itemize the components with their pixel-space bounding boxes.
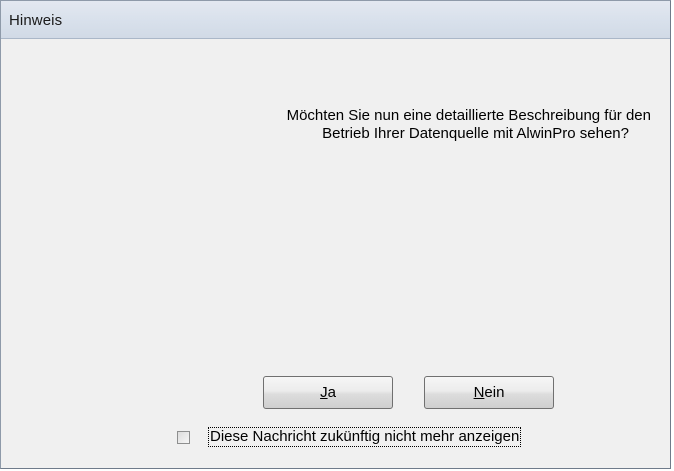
message-line-2: Betrieb Ihrer Datenquelle mit AlwinPro s… xyxy=(322,125,629,142)
title-bar[interactable]: Hinweis xyxy=(1,1,670,39)
dont-show-again-checkbox[interactable] xyxy=(177,431,190,444)
dont-show-again-label[interactable]: Diese Nachricht zukünftig nicht mehr anz… xyxy=(207,427,522,447)
message-line-1: Möchten Sie nun eine detaillierte Beschr… xyxy=(286,107,651,124)
yes-button[interactable]: Ja xyxy=(263,376,393,409)
dialog-body: Möchten Sie nun eine detaillierte Beschr… xyxy=(1,39,670,468)
dialog-title: Hinweis xyxy=(9,12,63,29)
dialog-window: Hinweis Möchten Sie nun eine detailliert… xyxy=(0,0,671,469)
no-button-label: ein xyxy=(484,384,505,401)
yes-button-mnemonic: J xyxy=(320,384,328,401)
no-button-mnemonic: N xyxy=(473,384,485,401)
yes-button-label: a xyxy=(327,384,336,401)
no-button[interactable]: Nein xyxy=(424,376,554,409)
message-text: Möchten Sie nun eine detaillierte Beschr… xyxy=(151,107,651,143)
